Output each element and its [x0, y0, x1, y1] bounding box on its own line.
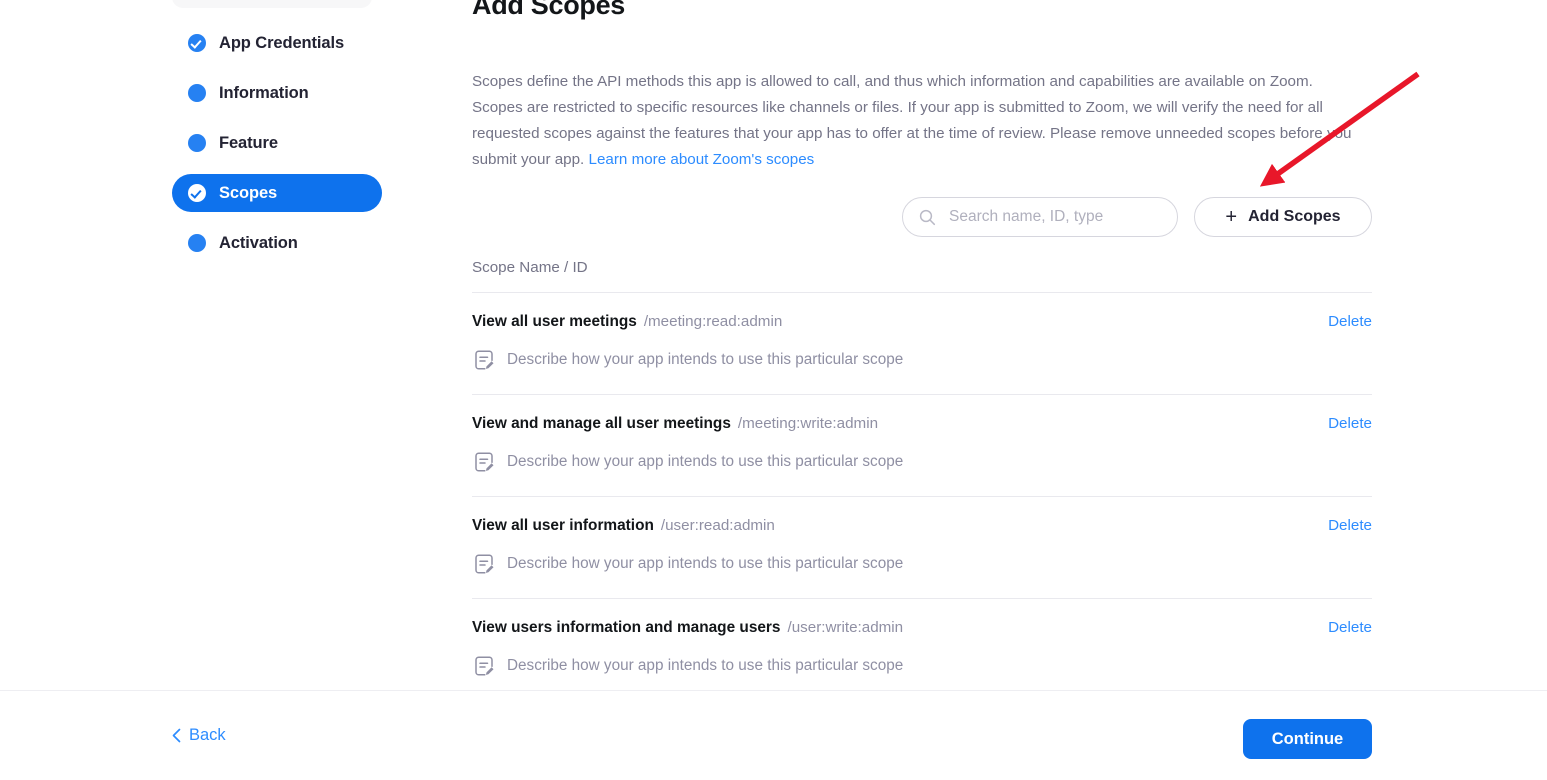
- learn-more-link[interactable]: Learn more about Zoom's scopes: [589, 151, 815, 168]
- edit-note-icon: [472, 348, 496, 372]
- footer-divider: [0, 690, 1547, 691]
- add-scopes-button[interactable]: + Add Scopes: [1194, 197, 1372, 237]
- table-row: View users information and manage users …: [472, 599, 1372, 700]
- edit-note-icon: [472, 552, 496, 576]
- sidebar-nav: App Credentials Information Feature Scop…: [172, 24, 382, 274]
- table-row: View all user information /user:read:adm…: [472, 497, 1372, 598]
- plus-icon: +: [1225, 207, 1237, 227]
- back-label: Back: [189, 726, 226, 745]
- scopes-table: Scope Name / ID View all user meetings /…: [472, 259, 1372, 700]
- scope-id: /user:write:admin: [787, 619, 903, 636]
- scope-description-placeholder[interactable]: Describe how your app intends to use thi…: [507, 453, 903, 471]
- sidebar-item-feature[interactable]: Feature: [172, 124, 382, 162]
- sidebar-item-activation[interactable]: Activation: [172, 224, 382, 262]
- scopes-toolbar: + Add Scopes: [472, 197, 1372, 237]
- page-title: Add Scopes: [472, 0, 1372, 21]
- delete-scope-link[interactable]: Delete: [1328, 619, 1372, 636]
- main-content: Add Scopes Scopes define the API methods…: [472, 0, 1372, 700]
- edit-note-icon: [472, 654, 496, 678]
- scope-description-placeholder[interactable]: Describe how your app intends to use thi…: [507, 351, 903, 369]
- sidebar-item-scopes[interactable]: Scopes: [172, 174, 382, 212]
- table-row: View all user meetings /meeting:read:adm…: [472, 293, 1372, 394]
- search-input[interactable]: [947, 207, 1161, 227]
- dot-circle-icon: [188, 134, 206, 152]
- delete-scope-link[interactable]: Delete: [1328, 415, 1372, 432]
- sidebar-item-information[interactable]: Information: [172, 74, 382, 112]
- sidebar-item-label: Feature: [219, 134, 278, 153]
- scope-id: /user:read:admin: [661, 517, 775, 534]
- scope-description-placeholder[interactable]: Describe how your app intends to use thi…: [507, 657, 903, 675]
- scope-description-placeholder[interactable]: Describe how your app intends to use thi…: [507, 555, 903, 573]
- search-box[interactable]: [902, 197, 1178, 237]
- edit-note-icon: [472, 450, 496, 474]
- scope-name: View all user information: [472, 517, 654, 535]
- check-circle-icon: [188, 184, 206, 202]
- sidebar-item-label: Information: [219, 84, 309, 103]
- sidebar-item-app-credentials[interactable]: App Credentials: [172, 24, 382, 62]
- sidebar-partial-item-above: [172, 0, 372, 8]
- search-icon: [919, 209, 936, 226]
- continue-button[interactable]: Continue: [1243, 719, 1372, 759]
- back-button[interactable]: Back: [172, 726, 226, 745]
- add-scopes-label: Add Scopes: [1248, 208, 1340, 226]
- table-column-header: Scope Name / ID: [472, 259, 1372, 292]
- scope-id: /meeting:write:admin: [738, 415, 878, 432]
- delete-scope-link[interactable]: Delete: [1328, 517, 1372, 534]
- sidebar-item-label: Scopes: [219, 184, 277, 203]
- check-circle-icon: [188, 34, 206, 52]
- dot-circle-icon: [188, 84, 206, 102]
- scope-name: View all user meetings: [472, 313, 637, 331]
- sidebar-item-label: App Credentials: [219, 34, 344, 53]
- delete-scope-link[interactable]: Delete: [1328, 313, 1372, 330]
- scope-name: View and manage all user meetings: [472, 415, 731, 433]
- sidebar-item-label: Activation: [219, 234, 298, 253]
- scope-id: /meeting:read:admin: [644, 313, 782, 330]
- scope-name: View users information and manage users: [472, 619, 780, 637]
- chevron-left-icon: [172, 728, 181, 743]
- table-row: View and manage all user meetings /meeti…: [472, 395, 1372, 496]
- dot-circle-icon: [188, 234, 206, 252]
- page-description: Scopes define the API methods this app i…: [472, 69, 1356, 173]
